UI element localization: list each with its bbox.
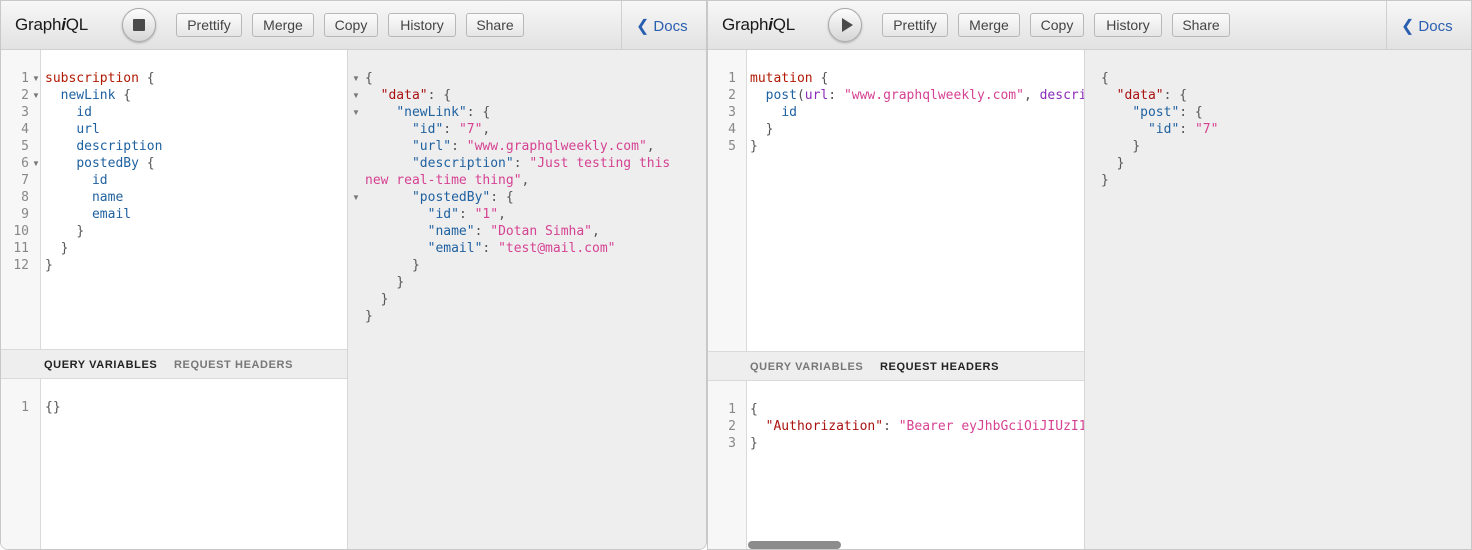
play-icon <box>842 18 853 32</box>
graphiql-window-subscription: GraphiQL Prettify Merge Copy History Sha… <box>0 0 707 550</box>
result-gutter <box>348 50 362 549</box>
chevron-left-icon: ❮ <box>1401 18 1415 35</box>
horizontal-scrollbar[interactable] <box>748 541 841 549</box>
graphiql-window-mutation: GraphiQL Prettify Merge Copy History Sha… <box>707 0 1472 550</box>
docs-area: ❮ Docs <box>621 1 706 49</box>
docs-button[interactable]: ❮ Docs <box>1401 16 1453 36</box>
merge-button[interactable]: Merge <box>252 13 314 37</box>
prettify-button[interactable]: Prettify <box>176 13 242 37</box>
share-button[interactable]: Share <box>466 13 524 37</box>
result-pane: ▼ ▼ ▼ ▼ { "data": { "newLink": { "id": "… <box>347 50 706 549</box>
fold-arrow-icon[interactable]: ▼ <box>352 189 360 206</box>
prettify-button[interactable]: Prettify <box>882 13 948 37</box>
fold-arrow-icon[interactable]: ▼ <box>352 104 360 121</box>
headers-editor[interactable]: 1 2 3 { "Authorization": "Bearer eyJhbGc… <box>708 381 1087 549</box>
line-number: 8 <box>21 190 29 205</box>
line-number: 11 <box>13 241 29 256</box>
line-number: 1 <box>21 71 29 86</box>
line-number: 9 <box>21 207 29 222</box>
result-gutter <box>1085 50 1099 549</box>
line-number: 10 <box>13 224 29 239</box>
variables-code: {} <box>45 400 61 415</box>
fold-arrow-icon[interactable]: ▼ <box>32 155 40 172</box>
result-code: { "data": { "post": { "id": "7" } } } <box>1101 71 1219 188</box>
line-number: 3 <box>21 105 29 120</box>
fold-arrow-icon[interactable]: ▼ <box>352 70 360 87</box>
line-number: 3 <box>728 436 736 451</box>
line-number: 6 <box>21 156 29 171</box>
fold-arrow-icon[interactable]: ▼ <box>32 70 40 87</box>
toolbar: GraphiQL Prettify Merge Copy History Sha… <box>1 1 706 50</box>
variables-tab-bar: QUERY VARIABLES REQUEST HEADERS <box>1 349 347 379</box>
headers-code: { "Authorization": "Bearer eyJhbGciOiJIU… <box>750 402 1087 451</box>
run-query-button[interactable] <box>828 8 862 42</box>
tab-request-headers[interactable]: REQUEST HEADERS <box>880 361 999 373</box>
copy-button[interactable]: Copy <box>1030 13 1084 37</box>
history-button[interactable]: History <box>388 13 456 37</box>
headers-panel: QUERY VARIABLES REQUEST HEADERS 1 2 3 { … <box>708 351 1087 549</box>
line-number: 2 <box>728 419 736 434</box>
tab-request-headers[interactable]: REQUEST HEADERS <box>174 359 293 371</box>
query-editor[interactable]: 1 2 3 4 5 mutation { post(url: "www.grap… <box>708 50 1087 351</box>
fold-arrow-icon[interactable]: ▼ <box>352 87 360 104</box>
fold-arrow-icon[interactable]: ▼ <box>32 87 40 104</box>
result-pane: { "data": { "post": { "id": "7" } } } <box>1084 50 1471 549</box>
line-number: 2 <box>728 88 736 103</box>
line-number: 7 <box>21 173 29 188</box>
graphiql-logo: GraphiQL <box>15 15 89 34</box>
query-editor[interactable]: 1 2 3 4 5 6 7 8 9 10 11 12 ▼ ▼ ▼ subscri… <box>1 50 347 349</box>
line-number: 4 <box>21 122 29 137</box>
variables-editor[interactable]: 1 {} <box>1 379 347 549</box>
merge-button[interactable]: Merge <box>958 13 1020 37</box>
line-number: 1 <box>728 402 736 417</box>
result-code: { "data": { "newLink": { "id": "7", "url… <box>365 71 671 324</box>
line-number: 1 <box>728 71 736 86</box>
docs-button[interactable]: ❮ Docs <box>636 16 688 36</box>
line-number: 12 <box>13 258 29 273</box>
line-number: 1 <box>21 400 29 415</box>
stop-button[interactable] <box>122 8 156 42</box>
line-number: 2 <box>21 88 29 103</box>
graphiql-logo: GraphiQL <box>722 15 796 34</box>
line-number: 3 <box>728 105 736 120</box>
docs-area: ❮ Docs <box>1386 1 1471 49</box>
line-number: 4 <box>728 122 736 137</box>
query-code: mutation { post(url: "www.graphqlweekly.… <box>750 71 1087 154</box>
tab-query-variables[interactable]: QUERY VARIABLES <box>750 361 863 373</box>
line-number: 5 <box>21 139 29 154</box>
share-button[interactable]: Share <box>1172 13 1230 37</box>
tab-query-variables[interactable]: QUERY VARIABLES <box>44 359 157 371</box>
query-code: subscription { newLink { id url descript… <box>45 71 163 273</box>
stop-icon <box>133 19 145 31</box>
chevron-left-icon: ❮ <box>636 18 650 35</box>
history-button[interactable]: History <box>1094 13 1162 37</box>
variables-panel: QUERY VARIABLES REQUEST HEADERS 1 {} <box>1 349 347 549</box>
copy-button[interactable]: Copy <box>324 13 378 37</box>
line-number: 5 <box>728 139 736 154</box>
toolbar: GraphiQL Prettify Merge Copy History Sha… <box>708 1 1471 50</box>
variables-tab-bar: QUERY VARIABLES REQUEST HEADERS <box>708 351 1084 381</box>
